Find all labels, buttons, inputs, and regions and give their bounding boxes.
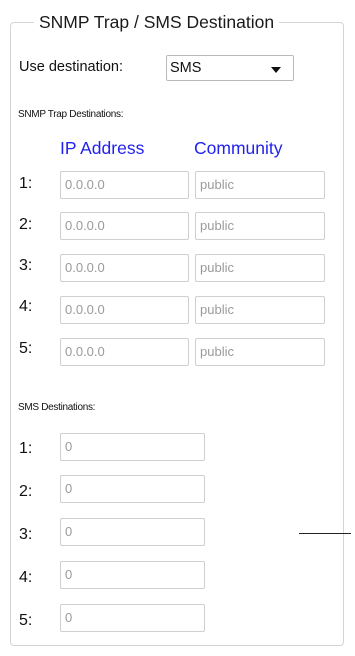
sms-destination-input[interactable]: 0	[60, 475, 205, 503]
snmp-community-input[interactable]: public	[195, 254, 325, 282]
snmp-community-input[interactable]: public	[195, 171, 325, 199]
snmp-community-input[interactable]: public	[195, 212, 325, 240]
snmp-ip-input[interactable]: 0.0.0.0	[60, 296, 189, 324]
use-destination-value: SMS	[170, 60, 202, 76]
sms-row-number: 5:	[19, 612, 33, 629]
snmp-community-input[interactable]: public	[195, 296, 325, 324]
snmp-row-number: 1:	[19, 175, 33, 192]
snmp-row-number: 5:	[19, 340, 33, 357]
divider-line	[299, 533, 351, 534]
snmp-sms-settings: SNMP Trap / SMS Destination Use destinat…	[0, 0, 355, 656]
snmp-row-number: 4:	[19, 298, 33, 315]
sms-destination-input[interactable]: 0	[60, 561, 205, 589]
fieldset-title: SNMP Trap / SMS Destination	[34, 11, 280, 33]
sms-destination-input[interactable]: 0	[60, 518, 205, 546]
sms-destination-input[interactable]: 0	[60, 433, 205, 461]
chevron-down-icon	[271, 67, 281, 73]
sms-row-number: 2:	[19, 483, 33, 500]
use-destination-label: Use destination:	[19, 59, 123, 75]
snmp-community-input[interactable]: public	[195, 338, 325, 366]
sms-destination-input[interactable]: 0	[60, 604, 205, 632]
sms-section-label: SMS Destinations:	[18, 402, 96, 413]
snmp-row-number: 3:	[19, 257, 33, 274]
sms-row-number: 1:	[19, 440, 33, 457]
community-column-header: Community	[194, 138, 283, 158]
snmp-row-number: 2:	[19, 216, 33, 233]
snmp-ip-input[interactable]: 0.0.0.0	[60, 171, 189, 199]
snmp-section-label: SNMP Trap Destinations:	[18, 109, 124, 120]
ip-address-column-header: IP Address	[60, 138, 145, 158]
sms-row-number: 4:	[19, 569, 33, 586]
snmp-ip-input[interactable]: 0.0.0.0	[60, 254, 189, 282]
use-destination-select[interactable]: SMS	[166, 55, 294, 81]
sms-row-number: 3:	[19, 526, 33, 543]
snmp-ip-input[interactable]: 0.0.0.0	[60, 212, 189, 240]
snmp-ip-input[interactable]: 0.0.0.0	[60, 338, 189, 366]
